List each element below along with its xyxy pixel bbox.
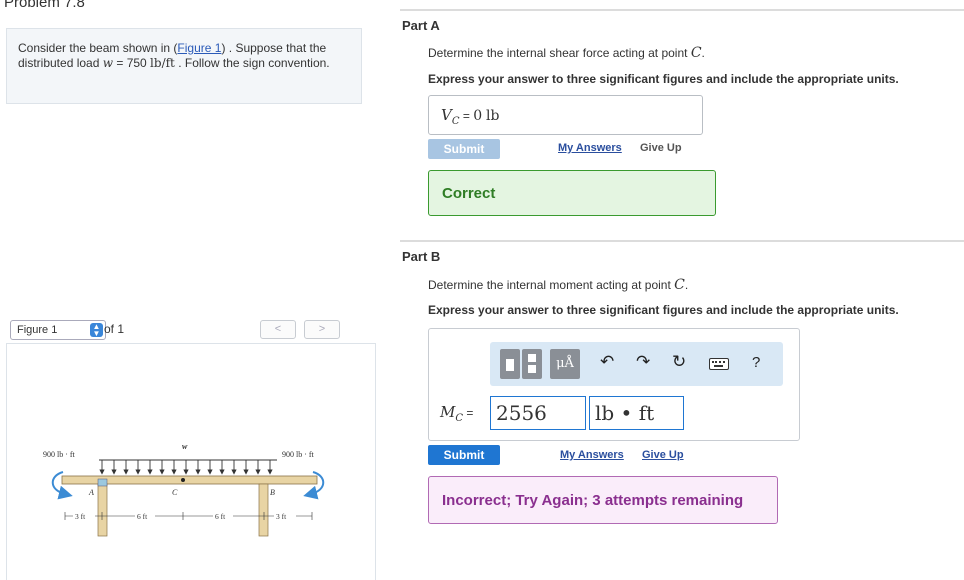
template-icon[interactable] [500,349,542,379]
problem-text-start: Consider the beam shown in ( [18,41,178,55]
problem-title: Problem 7.8 [4,0,85,11]
part-b-equals: = [463,406,474,420]
part-b-question-text: Determine the internal moment acting at … [428,278,675,292]
part-b-instruction: Express your answer to three significant… [428,303,899,317]
point-c-marker [181,478,185,482]
left-moment-label: 900 lb · ft [43,450,76,459]
part-a-point: C [690,45,702,61]
point-b-label: B [270,488,275,497]
part-a-var-sub: C [451,115,460,127]
part-a-instruction: Express your answer to three significant… [428,72,899,86]
part-a-value: 0 [473,108,483,124]
previous-figure-button[interactable]: < [260,320,296,339]
units-icon[interactable]: μÅ [550,349,580,379]
select-arrows-icon: ▲ ▼ [90,323,103,338]
part-a-submit-button[interactable]: Submit [428,139,500,159]
part-a-var: V [441,106,452,124]
figure-link[interactable]: Figure 1 [177,41,221,55]
help-icon[interactable]: ? [752,354,760,371]
distributed-load-arrows [99,459,277,475]
figure-panel: 900 lb · ft 900 lb · ft w A C B 3 ft 6 f… [6,343,376,580]
part-a-answer-field[interactable]: VC = 0 lb [428,95,703,135]
support-a-pin [97,478,108,487]
problem-text-end: . Follow the sign convention. [174,56,330,70]
load-symbol: w [102,56,114,70]
next-figure-button[interactable]: > [304,320,340,339]
part-a-units: lb [486,108,500,124]
part-b-value-input[interactable]: 2556 [490,396,586,430]
part-a-feedback-correct: Correct [428,170,716,216]
part-b-equation-editor: μÅ ↶ ↷ ↻ ? MC = 2556 lb • ft [428,328,800,441]
support-a [97,483,108,537]
part-b-period: . [684,278,689,292]
part-a-question-text: Determine the internal shear force actin… [428,46,691,60]
figure-navigation: Figure 1 ▲ ▼ of 1 < > [6,318,362,342]
part-a-question: Determine the internal shear force actin… [428,45,705,61]
part-b-label: Part B [402,249,441,264]
figure-select[interactable]: Figure 1 ▲ ▼ [10,320,106,340]
part-b-divider [400,240,964,242]
part-b-question: Determine the internal moment acting at … [428,277,688,293]
part-b-var: M [440,403,456,421]
part-a-my-answers-link[interactable]: My Answers [558,142,622,154]
undo-icon[interactable]: ↶ [600,352,614,372]
figure-count: of 1 [104,322,125,336]
part-a-label: Part A [402,18,440,33]
figure-select-value: Figure 1 [17,324,58,336]
equation-toolbar: μÅ ↶ ↷ ↻ ? [490,342,783,386]
reset-icon[interactable]: ↻ [672,352,686,372]
load-label: w [182,442,188,451]
load-equals: = 750 [113,56,151,70]
right-moment-label: 900 lb · ft [282,450,315,459]
dim-label-4: 3 ft [276,512,287,521]
part-b-my-answers-link[interactable]: My Answers [560,449,624,461]
part-a-period: . [701,46,705,60]
part-b-var-label: MC = [440,403,473,424]
problem-statement: Consider the beam shown in (Figure 1) . … [6,28,362,104]
part-a-divider [400,9,964,11]
dim-label-3: 6 ft [215,512,226,521]
point-c-label: C [172,488,178,497]
redo-icon[interactable]: ↷ [636,352,650,372]
part-b-var-sub: C [455,412,464,424]
part-b-submit-button[interactable]: Submit [428,445,500,465]
load-units: lb/ft [150,56,175,70]
dim-label-1: 3 ft [75,512,86,521]
part-b-feedback-incorrect: Incorrect; Try Again; 3 attempts remaini… [428,476,778,524]
dim-label-2: 6 ft [137,512,148,521]
part-b-point: C [674,277,685,293]
part-a-give-up: Give Up [640,142,682,154]
beam-diagram: 900 lb · ft 900 lb · ft w A C B 3 ft 6 f… [43,442,325,537]
part-a-equals: = [459,109,474,123]
part-b-units-input[interactable]: lb • ft [589,396,684,430]
part-b-give-up-link[interactable]: Give Up [642,449,684,461]
support-b [258,483,269,537]
keyboard-icon[interactable] [709,358,729,370]
point-a-label: A [88,488,94,497]
